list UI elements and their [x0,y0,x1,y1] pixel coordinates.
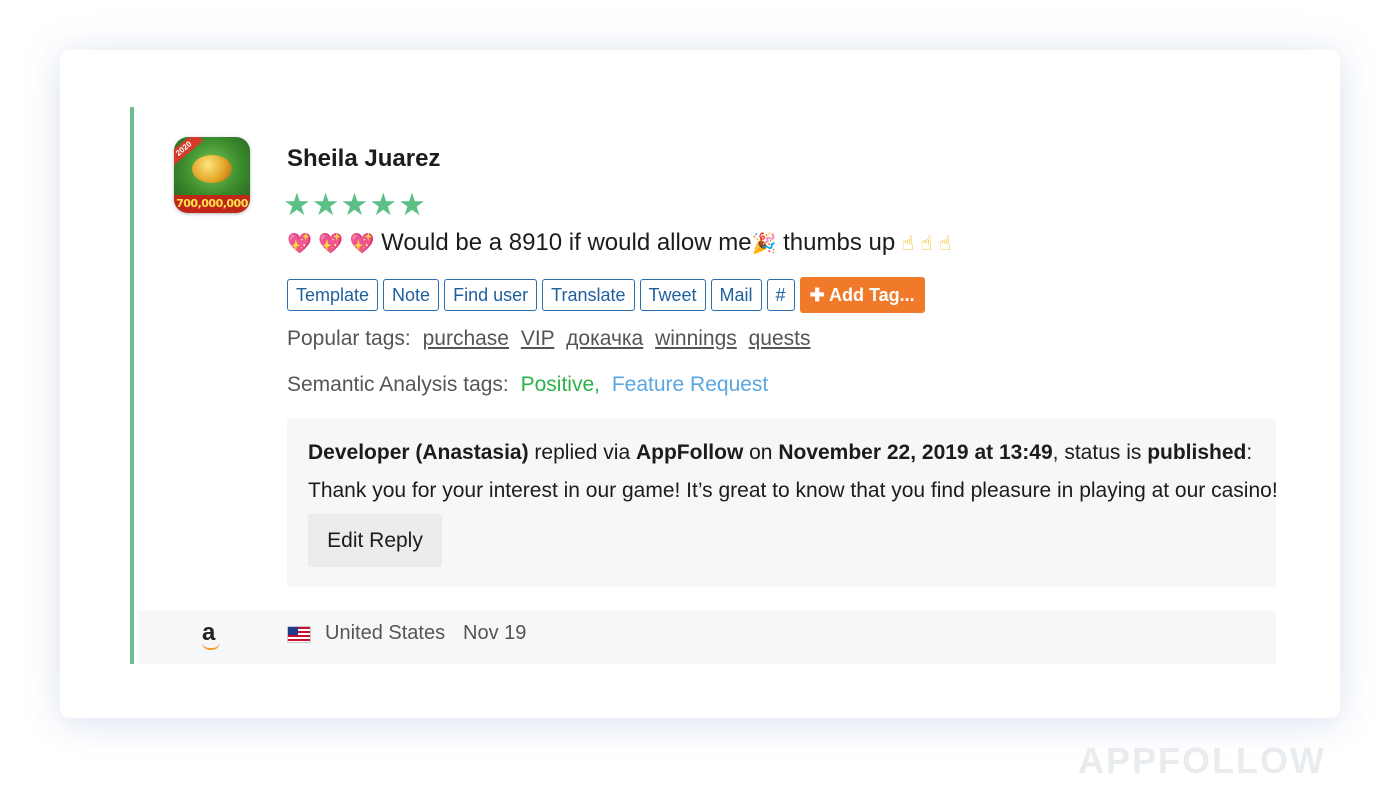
reply-status-prefix: , status is [1052,441,1148,464]
review-footer: a United States Nov 19 [138,611,1276,664]
flag-canton [288,627,298,635]
popular-tag-link[interactable]: quests [749,327,811,350]
template-button[interactable]: Template [287,279,379,311]
semantic-tags-label: Semantic Analysis tags: [287,373,509,396]
find-user-button[interactable]: Find user [444,279,538,311]
review-body: Would be a 8910 if would allow me [381,229,752,256]
edit-reply-button[interactable]: Edit Reply [308,514,442,567]
popular-tags: Popular tags: purchase VIP докачка winni… [287,327,811,351]
semantic-tag-feature-request: Feature Request [611,373,769,396]
review-item: 2020 700,000,000 Sheila Juarez ★★★★★ 💖 💖… [130,107,1278,664]
us-flag-icon [288,627,310,642]
reply-status: published [1147,441,1247,464]
note-button[interactable]: Note [383,279,440,311]
review-tail: thumbs up [783,229,896,256]
country-label: United States [325,622,446,644]
developer-reply: Developer (Anastasia) replied via AppFol… [287,419,1278,587]
coin-graphic [192,155,232,183]
review-card: 2020 700,000,000 Sheila Juarez ★★★★★ 💖 💖… [60,50,1340,718]
review-date: Nov 19 [463,622,527,644]
action-toolbar: Template Note Find user Translate Tweet … [287,277,925,313]
reply-text: Thank you for your interest in our game!… [308,479,1278,502]
app-icon: 2020 700,000,000 [174,137,250,213]
popular-tag-link[interactable]: докачка [566,327,643,350]
amazon-smile [202,642,220,650]
appfollow-watermark: APPFOLLOW [1078,740,1326,781]
add-tag-button[interactable]: ✚ Add Tag... [799,277,925,313]
tweet-button[interactable]: Tweet [639,279,706,311]
reply-meta: Developer (Anastasia) replied via AppFol… [308,441,1252,465]
reply-platform: AppFollow [635,441,744,464]
rating-stars: ★★★★★ [283,187,427,223]
reply-developer: Developer (Anastasia) [308,441,529,464]
mail-button[interactable]: Mail [710,279,762,311]
hearts-emoji: 💖 💖 💖 [287,231,375,255]
popular-tag-link[interactable]: VIP [521,327,554,350]
app-icon-banner: 700,000,000 [174,195,250,213]
amazon-icon: a [202,619,220,650]
popular-tag-link[interactable]: winnings [655,327,737,350]
party-emoji: 🎉 [751,231,777,255]
reply-colon: : [1246,441,1253,464]
reply-on-text: on [743,441,779,464]
hands-emoji: ☝ ☝ ☝ [901,231,952,255]
popular-tag-link[interactable]: purchase [423,327,509,350]
translate-button[interactable]: Translate [542,279,635,311]
reply-date: November 22, 2019 at 13:49 [778,441,1053,464]
review-text: 💖 💖 💖 Would be a 8910 if would allow me🎉… [287,229,951,257]
reply-via-text: replied via [528,441,636,464]
hash-button[interactable]: # [766,279,795,311]
semantic-tag-positive: Positive, [520,373,600,396]
semantic-tags: Semantic Analysis tags: Positive, Featur… [287,373,768,397]
review-author: Sheila Juarez [287,145,441,172]
popular-tags-label: Popular tags: [287,327,411,350]
